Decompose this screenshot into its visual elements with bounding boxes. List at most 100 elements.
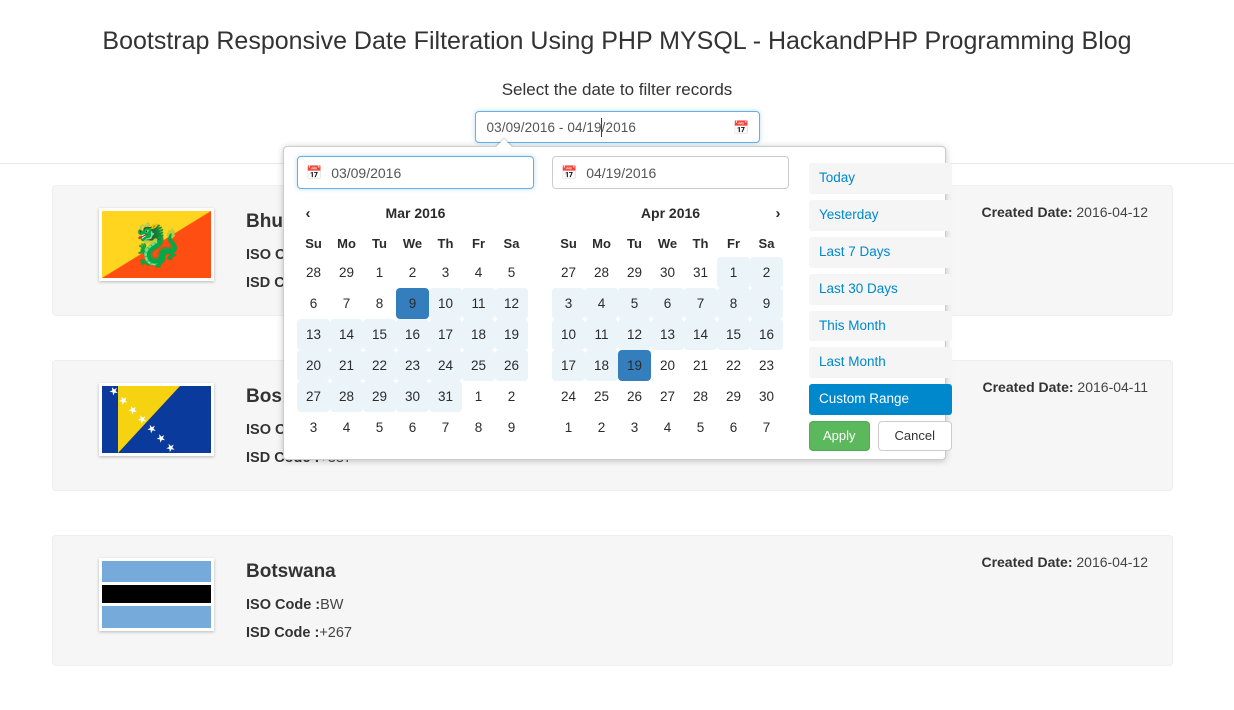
calendar-day-cell[interactable]: 5 (684, 412, 717, 443)
calendar-day-cell[interactable]: 6 (297, 288, 330, 319)
calendar-day-cell[interactable]: 2 (585, 412, 618, 443)
calendar-day-cell[interactable]: 13 (651, 319, 684, 350)
calendar-day-cell[interactable]: 7 (750, 412, 783, 443)
range-option-today[interactable]: Today (809, 163, 952, 194)
calendar-day-cell[interactable]: 27 (651, 381, 684, 412)
calendar-day-cell[interactable]: 23 (396, 350, 429, 381)
range-option-last-month[interactable]: Last Month (809, 347, 952, 379)
calendar-day-cell[interactable]: 2 (495, 381, 528, 412)
calendar-day-cell[interactable]: 2 (396, 257, 429, 288)
calendar-icon[interactable]: 📅 (733, 121, 749, 134)
calendar-day-cell[interactable]: 31 (684, 257, 717, 288)
calendar-day-cell[interactable]: 29 (330, 257, 363, 288)
cancel-button[interactable]: Cancel (877, 421, 952, 452)
calendar-day-cell[interactable]: 19 (495, 319, 528, 350)
calendar-day-cell[interactable]: 28 (684, 381, 717, 412)
calendar-day-cell[interactable]: 29 (717, 381, 750, 412)
calendar-day-cell[interactable]: 1 (552, 412, 585, 443)
calendar-day-cell[interactable]: 18 (462, 319, 495, 350)
calendar-day-cell[interactable]: 10 (429, 288, 462, 319)
calendar-day-cell[interactable]: 17 (429, 319, 462, 350)
calendar-day-cell[interactable]: 30 (651, 257, 684, 288)
calendar-day-cell[interactable]: 3 (297, 412, 330, 443)
calendar-day-cell[interactable]: 5 (495, 257, 528, 288)
calendar-day-cell[interactable]: 27 (297, 381, 330, 412)
calendar-day-cell[interactable]: 3 (552, 288, 585, 319)
range-option-last-30-days[interactable]: Last 30 Days (809, 273, 952, 305)
calendar-day-cell[interactable]: 7 (330, 288, 363, 319)
calendar-day-cell[interactable]: 22 (363, 350, 396, 381)
calendar-day-cell[interactable]: 10 (552, 319, 585, 350)
created-date: Created Date: 2016-04-11 (983, 379, 1149, 395)
calendar-day-cell[interactable]: 1 (363, 257, 396, 288)
calendar-day-cell[interactable]: 13 (297, 319, 330, 350)
calendar-day-cell[interactable]: 22 (717, 350, 750, 381)
calendar-day-cell[interactable]: 8 (462, 412, 495, 443)
calendar-day-cell[interactable]: 28 (297, 257, 330, 288)
calendar-day-cell[interactable]: 28 (330, 381, 363, 412)
calendar-day-cell[interactable]: 2 (750, 257, 783, 288)
calendar-day-cell[interactable]: 26 (495, 350, 528, 381)
daterange-input[interactable]: 03/09/2016 - 04/19/2016 📅 (474, 111, 760, 143)
apply-button[interactable]: Apply (809, 421, 870, 452)
calendar-day-cell[interactable]: 4 (585, 288, 618, 319)
range-option-yesterday[interactable]: Yesterday (809, 199, 952, 231)
range-option-this-month[interactable]: This Month (809, 310, 952, 342)
calendar-day-cell[interactable]: 14 (330, 319, 363, 350)
calendar-day-cell[interactable]: 21 (330, 350, 363, 381)
calendar-day-cell[interactable]: 6 (396, 412, 429, 443)
calendar-day-cell[interactable]: 30 (396, 381, 429, 412)
calendar-day-cell[interactable]: 24 (552, 381, 585, 412)
calendar-day-cell[interactable]: 6 (717, 412, 750, 443)
calendar-day-cell[interactable]: 21 (684, 350, 717, 381)
calendar-day-cell[interactable]: 4 (651, 412, 684, 443)
calendar-day-cell[interactable]: 1 (717, 257, 750, 288)
calendar-day-cell[interactable]: 8 (363, 288, 396, 319)
calendar-day-cell[interactable]: 28 (585, 257, 618, 288)
calendar-day-cell[interactable]: 6 (651, 288, 684, 319)
calendar-day-cell[interactable]: 29 (618, 257, 651, 288)
calendar-day-cell[interactable]: 12 (495, 288, 528, 319)
next-month-icon[interactable]: › (767, 206, 789, 221)
range-option-last-7-days[interactable]: Last 7 Days (809, 236, 952, 268)
calendar-day-cell[interactable]: 25 (462, 350, 495, 381)
calendar-day-cell[interactable]: 4 (330, 412, 363, 443)
calendar-day-cell[interactable]: 26 (618, 381, 651, 412)
calendar-day-cell[interactable]: 11 (462, 288, 495, 319)
calendar-day-cell[interactable]: 5 (363, 412, 396, 443)
range-option-custom-range[interactable]: Custom Range (809, 384, 952, 416)
calendar-day-cell[interactable]: 23 (750, 350, 783, 381)
calendar-day-cell[interactable]: 5 (618, 288, 651, 319)
calendar-day-cell[interactable]: 17 (552, 350, 585, 381)
calendar-day-cell[interactable]: 18 (585, 350, 618, 381)
calendar-day-cell[interactable]: 9 (495, 412, 528, 443)
calendar-day-cell[interactable]: 15 (363, 319, 396, 350)
calendar-day-cell[interactable]: 16 (396, 319, 429, 350)
calendar-day-cell[interactable]: 8 (717, 288, 750, 319)
calendar-day-cell[interactable]: 29 (363, 381, 396, 412)
calendar-day-cell[interactable]: 14 (684, 319, 717, 350)
calendar-day-cell[interactable]: 11 (585, 319, 618, 350)
calendar-day-cell[interactable]: 3 (429, 257, 462, 288)
calendar-day-cell[interactable]: 12 (618, 319, 651, 350)
calendar-day-cell[interactable]: 27 (552, 257, 585, 288)
calendar-day-cell[interactable]: 4 (462, 257, 495, 288)
calendar-day-cell[interactable]: 3 (618, 412, 651, 443)
calendar-day-cell[interactable]: 9 (750, 288, 783, 319)
calendar-day-cell[interactable]: 30 (750, 381, 783, 412)
prev-month-icon[interactable]: ‹ (297, 206, 319, 221)
calendar-day-cell[interactable]: 31 (429, 381, 462, 412)
calendar-day-cell[interactable]: 9 (396, 288, 429, 319)
calendar-day-cell[interactable]: 7 (429, 412, 462, 443)
calendar-day-cell[interactable]: 25 (585, 381, 618, 412)
calendar-day-cell[interactable]: 7 (684, 288, 717, 319)
calendar-day-cell[interactable]: 20 (297, 350, 330, 381)
calendar-day-cell[interactable]: 1 (462, 381, 495, 412)
calendar-day-cell[interactable]: 15 (717, 319, 750, 350)
calendar-day-cell[interactable]: 20 (651, 350, 684, 381)
calendar-day-cell[interactable]: 24 (429, 350, 462, 381)
calendar-day-cell[interactable]: 16 (750, 319, 783, 350)
end-date-input[interactable]: 📅 04/19/2016 (552, 156, 789, 189)
start-date-input[interactable]: 📅 03/09/2016 (297, 156, 534, 189)
calendar-day-cell[interactable]: 19 (618, 350, 651, 381)
